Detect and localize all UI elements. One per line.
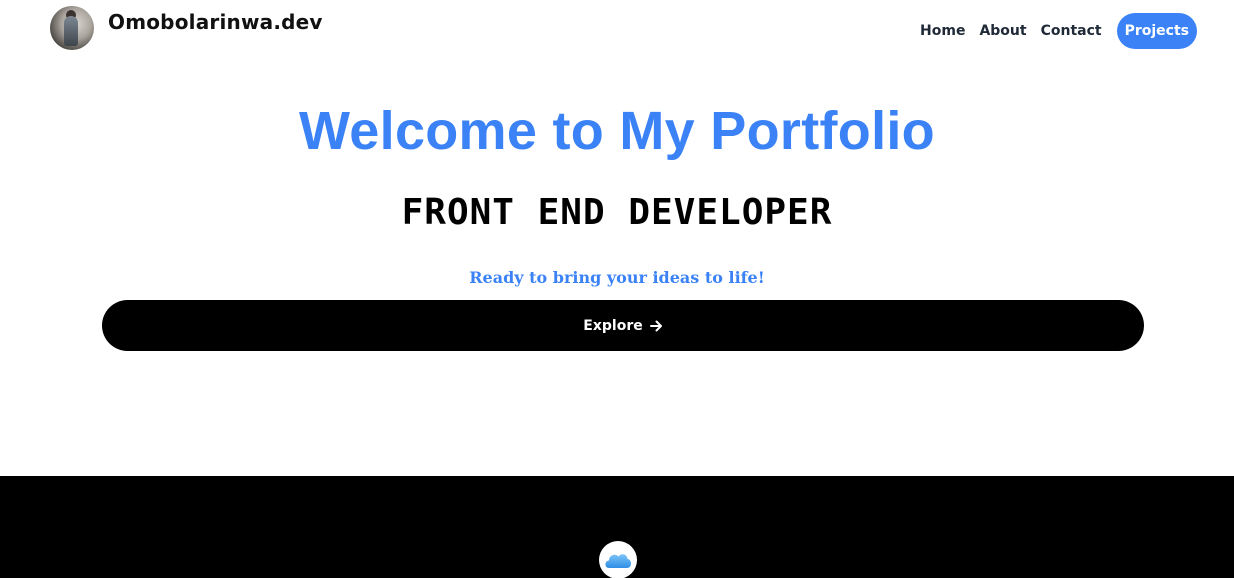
cloud-icon[interactable] — [599, 541, 637, 578]
site-footer — [0, 476, 1234, 578]
nav-projects-button[interactable]: Projects — [1116, 13, 1197, 49]
explore-button[interactable]: Explore — [102, 300, 1144, 351]
cloud-icon-graphic — [605, 554, 631, 568]
portfolio-page: Omobolarinwa.dev Home About Contact Proj… — [0, 0, 1234, 578]
main-nav: Home About Contact Projects — [913, 13, 1197, 49]
hero-title: Welcome to My Portfolio — [299, 101, 935, 161]
hero-tagline: Ready to bring your ideas to life! — [469, 268, 765, 287]
site-brand[interactable]: Omobolarinwa.dev — [108, 10, 323, 34]
avatar-figure — [64, 16, 78, 46]
nav-home-link[interactable]: Home — [913, 13, 972, 49]
explore-button-label: Explore — [583, 317, 643, 334]
site-header: Omobolarinwa.dev Home About Contact Proj… — [0, 0, 1234, 60]
avatar[interactable] — [50, 6, 94, 50]
nav-about-link[interactable]: About — [972, 13, 1033, 49]
arrow-right-icon — [649, 320, 662, 331]
nav-contact-link[interactable]: Contact — [1034, 13, 1109, 49]
role-heading: FRONT END DEVELOPER — [401, 192, 833, 233]
